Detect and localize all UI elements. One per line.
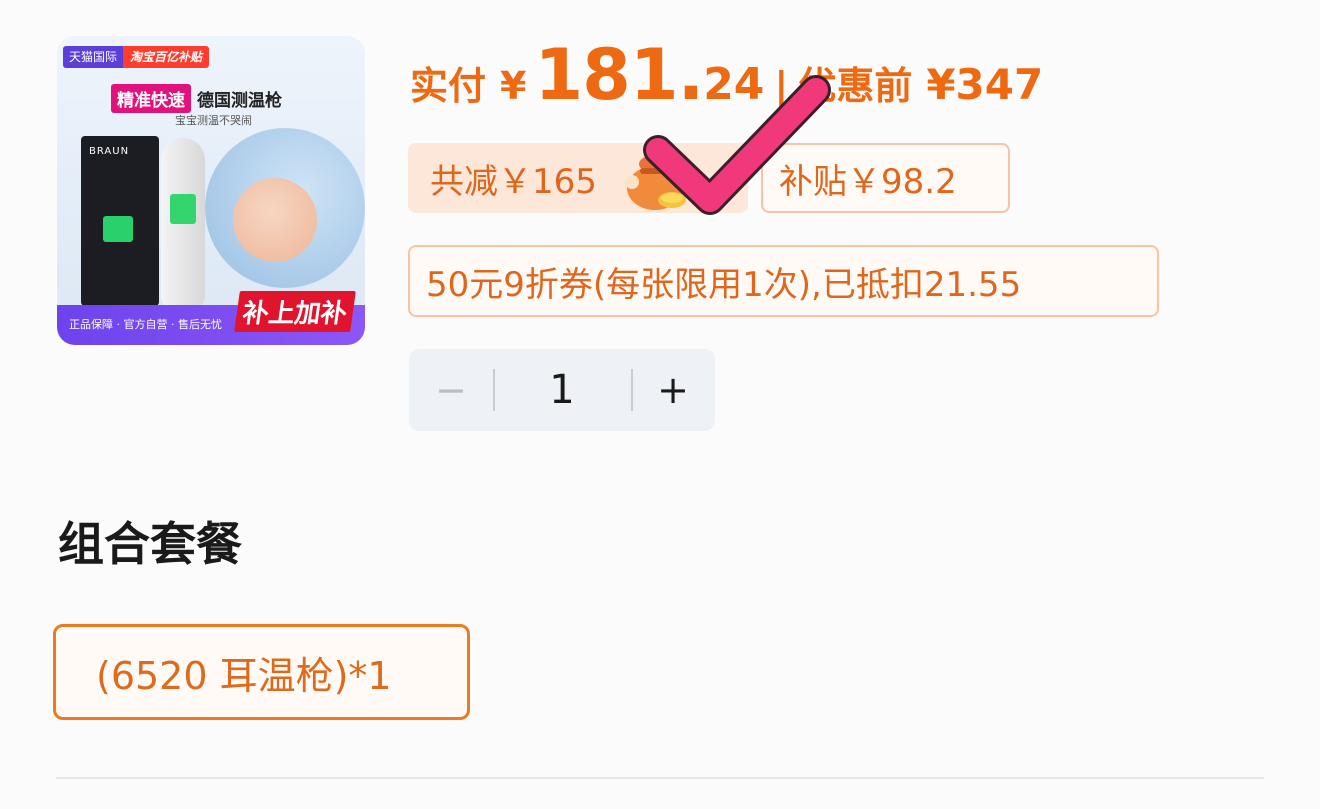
guarantee-bar: 正品保障 · 官方自营 · 售后无忧 补上加补 [57,291,365,345]
product-title: 德国测温枪 [197,91,282,111]
check-icon [643,75,831,215]
bonus-badge: 补上加补 [234,291,356,332]
box-brand: BRAUN [89,146,130,157]
coupon-text: 50元9折券(每张限用1次),已抵扣21.55 [426,264,1022,305]
feature-tag: 精准快速 [111,84,191,113]
order-item-panel: 天猫国际 淘宝百亿补贴 精准快速 德国测温枪 宝宝测温不哭闹 BRAUN 正品保… [0,0,1320,809]
guarantee-text: 正品保障 · 官方自营 · 售后无忧 [69,318,222,331]
divider [56,777,1264,779]
tmall-badge: 天猫国际 [63,46,124,68]
thermometer-screen [170,194,196,224]
product-subtitle: 宝宝测温不哭闹 [175,114,252,127]
box-screen [103,216,133,242]
badge-row: 天猫国际 淘宝百亿补贴 [63,46,210,68]
quantity-stepper: − 1 + [409,349,715,431]
bundle-section-title: 组合套餐 [58,517,242,571]
total-discount-text: 共减￥165 [430,161,597,202]
increment-button[interactable]: + [631,349,715,431]
product-image[interactable]: 天猫国际 淘宝百亿补贴 精准快速 德国测温枪 宝宝测温不哭闹 BRAUN 正品保… [57,36,365,345]
taobao-subsidy-badge: 淘宝百亿补贴 [123,46,210,68]
decrement-button[interactable]: − [409,349,493,431]
actual-pay-label: 实付 [410,64,487,108]
quantity-value[interactable]: 1 [497,349,627,431]
product-box-graphic: BRAUN [81,136,159,306]
before-discount-price: ¥347 [926,60,1044,109]
bundle-option-label: (6520 耳温枪)*1 [96,653,392,698]
thermometer-graphic [161,138,205,308]
baby-graphic [233,178,317,262]
coupon-chip[interactable]: 50元9折券(每张限用1次),已抵扣21.55 [408,245,1159,317]
product-tagline: 精准快速 德国测温枪 [111,84,282,113]
currency-symbol: ¥ [500,64,527,108]
bundle-option-selected[interactable]: (6520 耳温枪)*1 [53,624,470,720]
stepper-divider-left [493,369,495,411]
